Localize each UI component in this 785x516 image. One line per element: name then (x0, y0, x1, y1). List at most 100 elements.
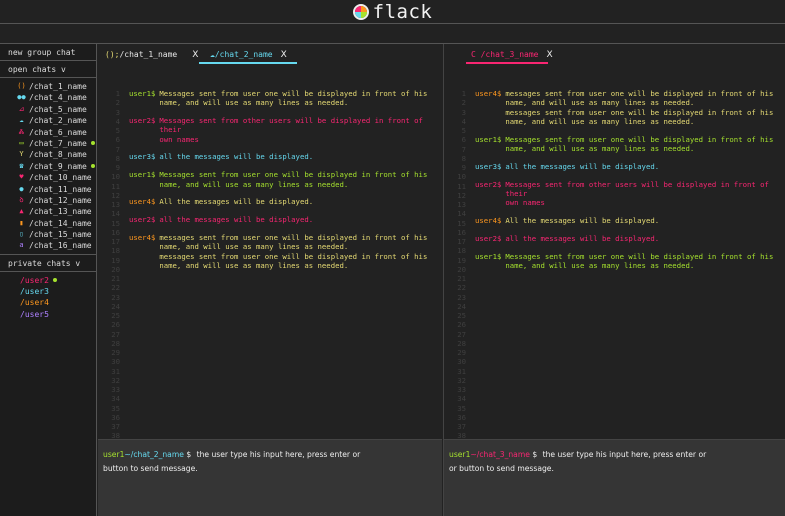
message-input-left[interactable]: user1~/chat_2_name $ the user type his i… (98, 439, 442, 516)
message-text-line: Messages sent from user one will be disp… (159, 170, 428, 180)
app-header: flack (0, 0, 785, 24)
line-number: 4 (461, 116, 466, 126)
open-chat-item[interactable]: ▭ /chat_7_name (0, 138, 96, 149)
new-group-chat-button[interactable]: new group chat (0, 44, 96, 61)
line-number: 28 (111, 338, 120, 348)
open-chat-item[interactable]: ●●/chat_4_name (0, 92, 96, 103)
message-user: user4$ (475, 215, 502, 225)
line-number: 27 (457, 329, 466, 339)
private-chat-item[interactable]: /user5 (0, 309, 96, 320)
message-user: user2$ (475, 233, 502, 243)
private-chat-item[interactable]: /user3 (0, 286, 96, 297)
sidebar: new group chat open chats v ()/chat_1_na… (0, 44, 97, 516)
line-number: 37 (111, 422, 120, 431)
open-chat-item[interactable]: ▲ /chat_13_name (0, 206, 96, 217)
chat-icon: ▲ (19, 207, 24, 216)
line-number: 17 (111, 237, 120, 246)
open-chat-item[interactable]: ⊿ /chat_5_name (0, 104, 96, 115)
line-number: 16 (457, 227, 466, 237)
private-chat-label: /user3 (20, 287, 49, 297)
line-number: 7 (461, 144, 466, 154)
message-user: user2$ (475, 179, 502, 189)
open-chat-label: /chat_16_name (29, 241, 92, 251)
open-chat-item[interactable]: Ꮬ/chat_6_name (0, 127, 96, 138)
online-indicator (90, 164, 95, 169)
chat-message: user2$ all the messages will be displayed… (129, 215, 436, 224)
open-chat-label: /chat_6_name (29, 127, 87, 137)
message-input-right[interactable]: user1~/chat_3_name $ the user type his i… (444, 439, 785, 516)
tab-bar-left: ();/chat_1_name X ☁/chat_2_name X (98, 44, 442, 64)
tab-chat-2-label: /chat_2_name (214, 50, 273, 59)
tab-chat-1-icon: (); (105, 50, 120, 59)
message-text-line: name, and will use as many lines as need… (505, 116, 695, 126)
message-text-line: All the messages will be displayed. (159, 197, 314, 207)
message-user: user1$ (475, 251, 502, 261)
line-number: 25 (111, 311, 120, 320)
line-number: 5 (115, 126, 120, 135)
app-title: flack (372, 0, 433, 23)
line-number: 23 (457, 292, 466, 302)
open-chat-label: /chat_2_name (29, 116, 87, 126)
line-number: 20 (457, 264, 466, 274)
line-number: 1 (115, 89, 120, 98)
tab-chat-2-close-icon[interactable]: X (281, 50, 287, 60)
message-text-line: name, and will use as many lines as need… (505, 98, 695, 108)
chat-icon: ☁ (19, 116, 24, 125)
chat-icon: ▯ (19, 230, 24, 239)
open-chat-item[interactable]: ▯ /chat_15_name (0, 229, 96, 240)
chat-pane-left: ();/chat_1_name X ☁/chat_2_name X 12345678… (98, 44, 442, 516)
tab-chat-2[interactable]: ☁/chat_2_name X (199, 48, 297, 64)
message-text-line: all the messages will be displayed. (159, 215, 314, 225)
messages-left: user1$ Messages sent from user one will b… (129, 89, 436, 279)
line-number: 10 (457, 172, 466, 182)
chat-message: user1$ Messages sent from user one will b… (475, 135, 779, 154)
prompt-line-right: user1~/chat_3_name $ the user type his i… (449, 448, 780, 462)
private-chats-list: /user2/user3/user4/user5 (0, 272, 96, 320)
line-number: 11 (111, 181, 120, 191)
message-text-line: Messages sent from user one will be disp… (159, 89, 428, 98)
private-chat-label: /user5 (20, 309, 49, 319)
open-chat-label: /chat_14_name (29, 218, 92, 228)
private-chat-item[interactable]: /user4 (0, 297, 96, 308)
open-chat-label: /chat_1_name (29, 82, 87, 91)
messages-right: user4$ messages sent from user one will b… (475, 89, 779, 279)
open-chat-item[interactable]: a/chat_16_name (0, 240, 96, 251)
open-chat-item[interactable]: ꝺ/chat_12_name (0, 195, 96, 206)
sub-toolbar (0, 24, 785, 44)
message-user: user3$ (129, 152, 156, 162)
private-chats-toggle[interactable]: private chats v (0, 255, 96, 272)
open-chat-item[interactable]: ☎ /chat_9_name (0, 161, 96, 172)
message-text-line: name, and will use as many lines as need… (159, 260, 349, 270)
open-chat-item[interactable]: ()/chat_1_name (0, 81, 96, 92)
tab-chat-1[interactable]: ();/chat_1_name X (105, 48, 198, 64)
line-number: 19 (111, 255, 120, 265)
tab-chat-3[interactable]: C /chat_3_name X (466, 48, 553, 64)
line-number: 12 (111, 190, 120, 200)
open-chat-item[interactable]: ♥ /chat_10_name (0, 172, 96, 183)
open-chats-toggle[interactable]: open chats v (0, 61, 96, 78)
open-chat-item[interactable]: ☁ /chat_2_name (0, 115, 96, 126)
message-user: user2$ (129, 215, 156, 225)
tab-chat-3-close-icon[interactable]: X (546, 50, 552, 60)
open-chat-item[interactable]: ▮ /chat_14_name (0, 218, 96, 229)
message-user: user2$ (129, 116, 156, 126)
line-number: 15 (457, 218, 466, 228)
chat-message: user3$ all the messages will be displayed… (129, 152, 436, 161)
open-chat-label: /chat_9_name (29, 161, 87, 171)
message-user: user1$ (129, 89, 156, 98)
open-chat-item[interactable]: ● /chat_11_name (0, 184, 96, 195)
open-chat-item[interactable]: Y/chat_8_name (0, 149, 96, 160)
message-text-line: own names (505, 198, 545, 208)
private-chat-item[interactable]: /user2 (0, 275, 96, 286)
line-number: 14 (457, 209, 466, 219)
tab-chat-1-close-icon[interactable]: X (192, 50, 198, 60)
chat-message: user1$ Messages sent from user one will b… (475, 252, 779, 271)
line-number: 36 (457, 412, 466, 422)
open-chat-label: /chat_13_name (29, 207, 92, 217)
chat-icon: ● (19, 184, 24, 193)
message-user: user1$ (475, 134, 502, 144)
chat-log-right: 1 2 3 4 5 6 7 8 9 10 11 12 13 14 15 16 17 18 19 20 21 22 23 24 2… (444, 89, 785, 439)
chat-icon: ☎ (19, 161, 24, 170)
line-number: 24 (457, 301, 466, 311)
line-number: 32 (111, 375, 120, 385)
